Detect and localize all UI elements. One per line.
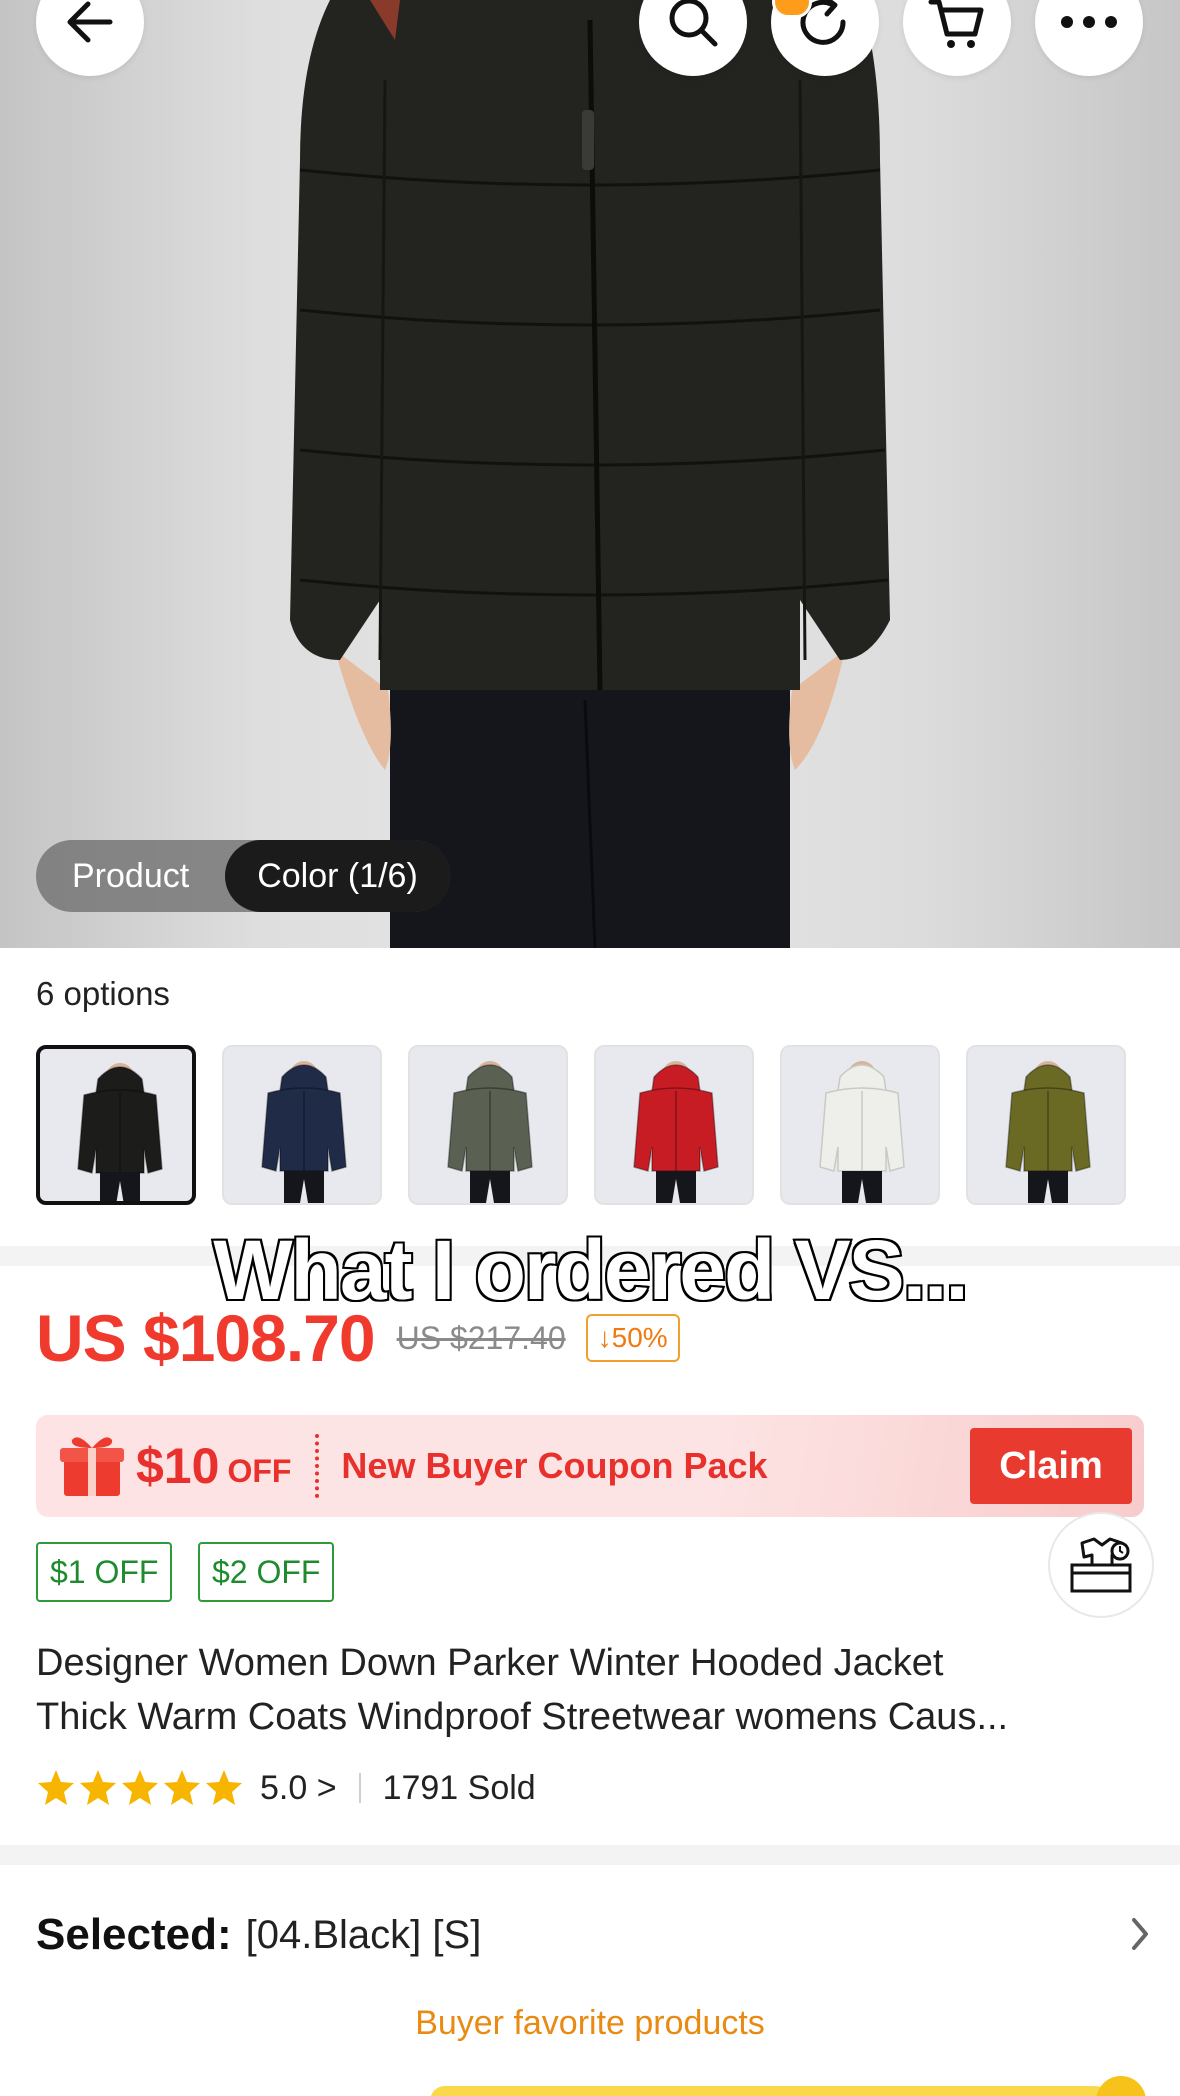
product-image[interactable]: Product Color (1/6): [0, 0, 1180, 948]
star-icon: [80, 1770, 116, 1805]
coupon-pack-label: New Buyer Coupon Pack: [341, 1445, 768, 1486]
bottom-banner-peek: [430, 2086, 1110, 2096]
original-price: US $217.40: [396, 1319, 566, 1356]
sold-count: 1791 Sold: [382, 1768, 536, 1807]
more-icon: [1061, 16, 1117, 28]
options-count: 6 options: [36, 975, 170, 1012]
gift-box-icon: [1070, 1537, 1132, 1593]
jacket-thumbnail: [819, 1061, 905, 1203]
selected-label: Selected:: [36, 1910, 232, 1959]
gift-box-button[interactable]: [1048, 1512, 1154, 1618]
coupon-amount: $10: [136, 1438, 220, 1494]
discount-badge: ↓50%: [585, 1314, 680, 1362]
coupon-separator: [315, 1434, 320, 1498]
star-icon: [206, 1770, 242, 1805]
rating-divider: [358, 1773, 361, 1803]
rating-row: 5.0 > 1791 Sold: [36, 1760, 536, 1816]
section-divider: [0, 1845, 1180, 1865]
jacket-thumbnail: [633, 1061, 719, 1203]
jacket-thumbnail: [77, 1063, 163, 1201]
product-title: Designer Women Down Parker Winter Hooded…: [36, 1636, 1146, 1744]
claim-button[interactable]: Claim: [970, 1428, 1132, 1504]
star-icon: [38, 1770, 74, 1805]
color-option-1[interactable]: [36, 1045, 196, 1205]
jacket-photo: [290, 0, 890, 948]
buyer-favorites-heading: Buyer favorite products: [415, 2004, 765, 2042]
floating-badge: [1096, 2076, 1146, 2096]
jacket-thumbnail: [261, 1061, 347, 1203]
color-option-2[interactable]: [222, 1045, 382, 1205]
cart-icon: [928, 0, 984, 48]
color-option-4[interactable]: [594, 1045, 754, 1205]
coupon-off-label: OFF: [227, 1452, 292, 1489]
product-title-line-1: Designer Women Down Parker Winter Hooded…: [36, 1642, 944, 1684]
video-caption: What I ordered VS...: [211, 1221, 970, 1319]
coupon-banner[interactable]: $10 OFF New Buyer Coupon Pack Claim: [36, 1415, 1144, 1517]
selected-variant-row[interactable]: Selected: [04.Black] [S]: [36, 1900, 1152, 1970]
coupon-chip-1[interactable]: $1 OFF: [36, 1542, 173, 1602]
media-view-toggle: Product Color (1/6): [36, 840, 450, 912]
tab-product[interactable]: Product: [36, 840, 225, 912]
color-options: [36, 1045, 1126, 1205]
arrow-left-icon: [67, 1, 113, 43]
product-title-line-2: Thick Warm Coats Windproof Streetwear wo…: [36, 1696, 1009, 1738]
color-option-6[interactable]: [966, 1045, 1126, 1205]
jacket-thumbnail: [1005, 1061, 1091, 1203]
star-icon: [122, 1770, 158, 1805]
jacket-thumbnail: [447, 1061, 533, 1203]
color-option-3[interactable]: [408, 1045, 568, 1205]
star-rating: [36, 1768, 244, 1808]
rating-value[interactable]: 5.0 >: [260, 1769, 337, 1808]
color-option-5[interactable]: [780, 1045, 940, 1205]
tab-color[interactable]: Color (1/6): [225, 840, 450, 912]
star-icon: [164, 1770, 200, 1805]
coupon-chip-2[interactable]: $2 OFF: [198, 1542, 335, 1602]
search-icon: [669, 0, 718, 47]
chevron-right-icon: [1132, 1918, 1148, 1950]
gift-icon: [60, 1437, 124, 1496]
selected-value: [04.Black] [S]: [245, 1912, 482, 1957]
